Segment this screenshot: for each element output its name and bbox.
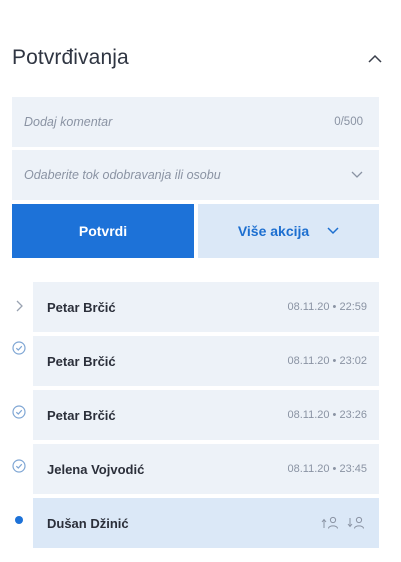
confirm-button[interactable]: Potvrdi — [12, 204, 194, 258]
chevron-right-icon — [16, 300, 23, 312]
panel-title: Potvrđivanja — [12, 46, 129, 69]
approval-time: 08.11.20 • 23:02 — [287, 355, 368, 367]
approver-name: Dušan Džinić — [47, 515, 129, 531]
arrow-down-user-icon — [347, 516, 364, 529]
collapse-button[interactable] — [361, 44, 389, 72]
approver-name: Jelena Vojvodić — [47, 461, 145, 477]
approval-time: 08.11.20 • 23:26 — [287, 409, 368, 421]
more-actions-label: Više akcija — [237, 223, 310, 239]
current-step-indicator — [10, 511, 28, 529]
approver-name: Petar Brčić — [47, 353, 116, 369]
approval-time: 08.11.20 • 23:45 — [287, 463, 368, 475]
approvals-header: Potvrđivanja — [12, 40, 389, 76]
move-down-user-button[interactable] — [347, 516, 367, 530]
expand-row-button[interactable] — [10, 297, 28, 315]
dot-icon — [15, 516, 23, 524]
chevron-down-icon — [351, 171, 363, 178]
comment-field[interactable]: Dodaj komentar 0/500 — [12, 97, 379, 147]
chevron-down-icon — [327, 227, 339, 235]
row-actions — [321, 516, 367, 530]
approval-row[interactable]: Petar Brčić 08.11.20 • 23:02 — [33, 336, 379, 386]
approved-status — [10, 403, 28, 421]
check-circle-icon — [12, 405, 26, 419]
approval-row[interactable]: Petar Brčić 08.11.20 • 23:26 — [33, 390, 379, 440]
approver-name: Petar Brčić — [47, 299, 116, 315]
move-up-user-button[interactable] — [321, 516, 341, 530]
char-counter: 0/500 — [334, 116, 363, 128]
check-circle-icon — [12, 341, 26, 355]
approval-row-current[interactable]: Dušan Džinić — [33, 498, 379, 548]
approval-row[interactable]: Petar Brčić 08.11.20 • 22:59 — [33, 282, 379, 332]
approval-row[interactable]: Jelena Vojvodić 08.11.20 • 23:45 — [33, 444, 379, 494]
approval-flow-select[interactable]: Odaberite tok odobravanja ili osobu — [12, 150, 379, 200]
flow-select-placeholder: Odaberite tok odobravanja ili osobu — [24, 168, 221, 182]
approver-name: Petar Brčić — [47, 407, 116, 423]
chevron-up-icon — [368, 54, 382, 63]
more-actions-button[interactable]: Više akcija — [198, 204, 379, 258]
comment-placeholder: Dodaj komentar — [24, 115, 113, 129]
approved-status — [10, 339, 28, 357]
approved-status — [10, 457, 28, 475]
arrow-up-user-icon — [321, 516, 338, 529]
approval-time: 08.11.20 • 22:59 — [287, 301, 368, 313]
check-circle-icon — [12, 459, 26, 473]
